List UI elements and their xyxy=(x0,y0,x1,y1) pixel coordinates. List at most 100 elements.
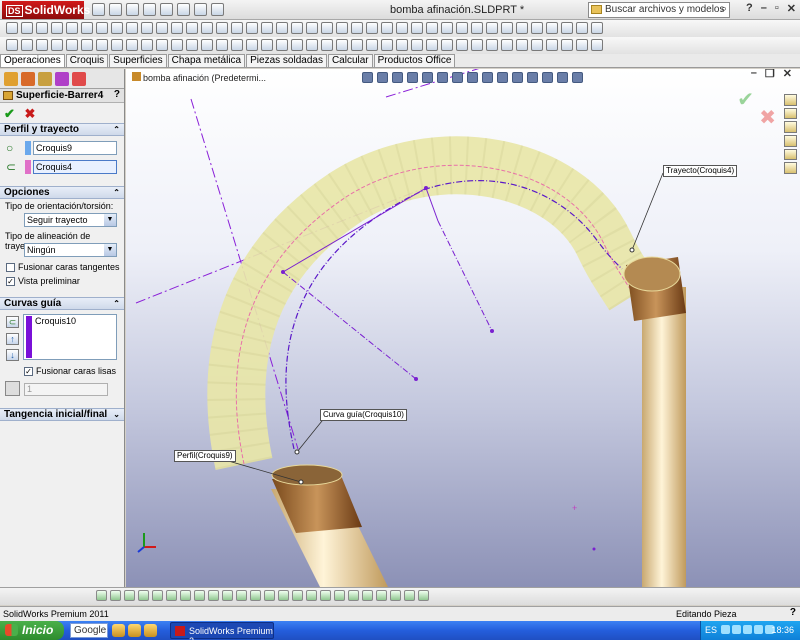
draft-icon[interactable] xyxy=(156,22,168,34)
sweep-icon[interactable] xyxy=(36,22,48,34)
tool-icon[interactable] xyxy=(348,590,359,601)
sections-count-input[interactable]: 1 xyxy=(24,383,108,396)
tool-icon[interactable] xyxy=(180,590,191,601)
section-icon[interactable] xyxy=(336,39,348,51)
feature-tree-icon[interactable] xyxy=(4,72,18,86)
tool-icon[interactable] xyxy=(390,590,401,601)
section-curvas-guia[interactable]: Curvas guía ⌃ xyxy=(0,297,124,310)
previous-view-icon[interactable] xyxy=(392,72,403,83)
sketch-icon[interactable] xyxy=(6,39,18,51)
polygon-icon[interactable] xyxy=(111,39,123,51)
chamfer-icon[interactable] xyxy=(111,22,123,34)
alignment-select[interactable]: Ningún ▼ xyxy=(24,243,117,257)
convert-icon[interactable] xyxy=(156,39,168,51)
tool-icon[interactable] xyxy=(166,590,177,601)
view-settings-icon[interactable] xyxy=(497,72,508,83)
hide-show-icon[interactable] xyxy=(381,39,393,51)
mass-icon[interactable] xyxy=(411,39,423,51)
combine-icon[interactable] xyxy=(366,22,378,34)
google-toolbar[interactable]: Google xyxy=(70,623,108,638)
tool-icon[interactable] xyxy=(292,590,303,601)
wrap-icon[interactable] xyxy=(216,22,228,34)
restore-icon[interactable]: ❐ xyxy=(765,69,775,80)
display-manager-icon[interactable] xyxy=(72,72,86,86)
tab-operaciones[interactable]: Operaciones xyxy=(0,54,65,67)
undo-icon[interactable] xyxy=(160,3,173,16)
section-view-icon[interactable] xyxy=(407,72,418,83)
zebra-icon[interactable] xyxy=(456,39,468,51)
tab-productos-office[interactable]: Productos Office xyxy=(373,54,456,67)
move-icon[interactable] xyxy=(396,22,408,34)
chevron-down-icon[interactable]: ▼ xyxy=(104,244,116,256)
callout-perfil[interactable]: Perfil(Croquis9) xyxy=(174,450,236,462)
graphics-area[interactable]: + bomba afinación (Predetermi... – ❐ ✕ ✔ ✖… xyxy=(126,69,800,587)
confirm-cancel-icon[interactable]: ✖ xyxy=(759,105,776,130)
collapse-icon[interactable]: ⌃ xyxy=(113,187,120,198)
compare-icon[interactable] xyxy=(591,39,603,51)
untrim-icon[interactable] xyxy=(546,22,558,34)
tray-icon[interactable] xyxy=(721,625,730,634)
instant3d-icon[interactable] xyxy=(336,22,348,34)
repair-icon[interactable] xyxy=(246,39,258,51)
search-icon[interactable] xyxy=(784,135,797,147)
shell-icon[interactable] xyxy=(141,22,153,34)
appearance-icon[interactable] xyxy=(351,39,363,51)
tab-piezas-soldadas[interactable]: Piezas soldadas xyxy=(246,54,327,67)
curves-icon[interactable] xyxy=(246,22,258,34)
section-opciones[interactable]: Opciones ⌃ xyxy=(0,186,124,199)
minimize-icon[interactable]: – xyxy=(751,69,757,80)
open-icon[interactable] xyxy=(109,3,122,16)
mirror-icon[interactable] xyxy=(186,22,198,34)
restore-icon[interactable]: ▫ xyxy=(775,2,779,15)
replace-face-icon[interactable] xyxy=(561,22,573,34)
collapse-icon[interactable]: ⌃ xyxy=(113,124,120,135)
freeform-icon[interactable] xyxy=(591,22,603,34)
zoom-area-icon[interactable] xyxy=(377,72,388,83)
tab-croquis[interactable]: Croquis xyxy=(65,54,109,67)
extrude-icon[interactable] xyxy=(6,22,18,34)
deviation-icon[interactable] xyxy=(471,39,483,51)
trim-entities-icon[interactable] xyxy=(201,39,213,51)
tab-calcular[interactable]: Calcular xyxy=(327,54,373,67)
merge-tangent-checkbox[interactable] xyxy=(6,262,15,272)
start-button[interactable]: Inicio xyxy=(0,621,64,640)
trim-icon[interactable] xyxy=(471,22,483,34)
split-icon[interactable] xyxy=(351,22,363,34)
hole-icon[interactable] xyxy=(201,22,213,34)
curvature-icon[interactable] xyxy=(441,39,453,51)
solidworks-logo[interactable]: DS SolidWorks xyxy=(2,1,90,19)
offset-icon[interactable] xyxy=(441,22,453,34)
more-icon[interactable] xyxy=(527,72,538,83)
tool-icon[interactable] xyxy=(124,590,135,601)
guide-curves-list[interactable]: Croquis10 xyxy=(23,314,117,360)
tool-icon[interactable] xyxy=(152,590,163,601)
mirror-entities-icon[interactable] xyxy=(186,39,198,51)
offset-entities-icon[interactable] xyxy=(171,39,183,51)
search-icon[interactable]: ⌕ xyxy=(721,3,727,16)
tool-icon[interactable] xyxy=(138,590,149,601)
new-icon[interactable] xyxy=(92,3,105,16)
hide-show-items-icon[interactable] xyxy=(452,72,463,83)
callout-trayecto[interactable]: Trayecto(Croquis4) xyxy=(663,165,738,177)
camera-icon[interactable] xyxy=(572,72,583,83)
options-icon[interactable] xyxy=(211,3,224,16)
view-orient-icon[interactable] xyxy=(306,39,318,51)
cut-icon[interactable] xyxy=(81,22,93,34)
line-icon[interactable] xyxy=(21,39,33,51)
measure-icon[interactable] xyxy=(396,39,408,51)
loft-icon[interactable] xyxy=(51,22,63,34)
point-icon[interactable] xyxy=(306,22,318,34)
display-pane-icon[interactable] xyxy=(512,72,523,83)
tool-icon[interactable] xyxy=(250,590,261,601)
profile-selection-box[interactable]: Croquis9 xyxy=(33,141,117,155)
slot-icon[interactable] xyxy=(126,39,138,51)
revolve-icon[interactable] xyxy=(21,22,33,34)
move-up-icon[interactable]: ↑ xyxy=(6,333,19,345)
section-tangencia[interactable]: Tangencia inicial/final ⌄ xyxy=(0,408,124,421)
design-library-icon[interactable] xyxy=(784,107,797,120)
tool-icon[interactable] xyxy=(208,590,219,601)
chevron-down-icon[interactable]: ▼ xyxy=(104,214,116,226)
rapid-sketch-icon[interactable] xyxy=(276,39,288,51)
tool-icon[interactable] xyxy=(194,590,205,601)
expand-icon[interactable]: ⌄ xyxy=(113,409,120,420)
